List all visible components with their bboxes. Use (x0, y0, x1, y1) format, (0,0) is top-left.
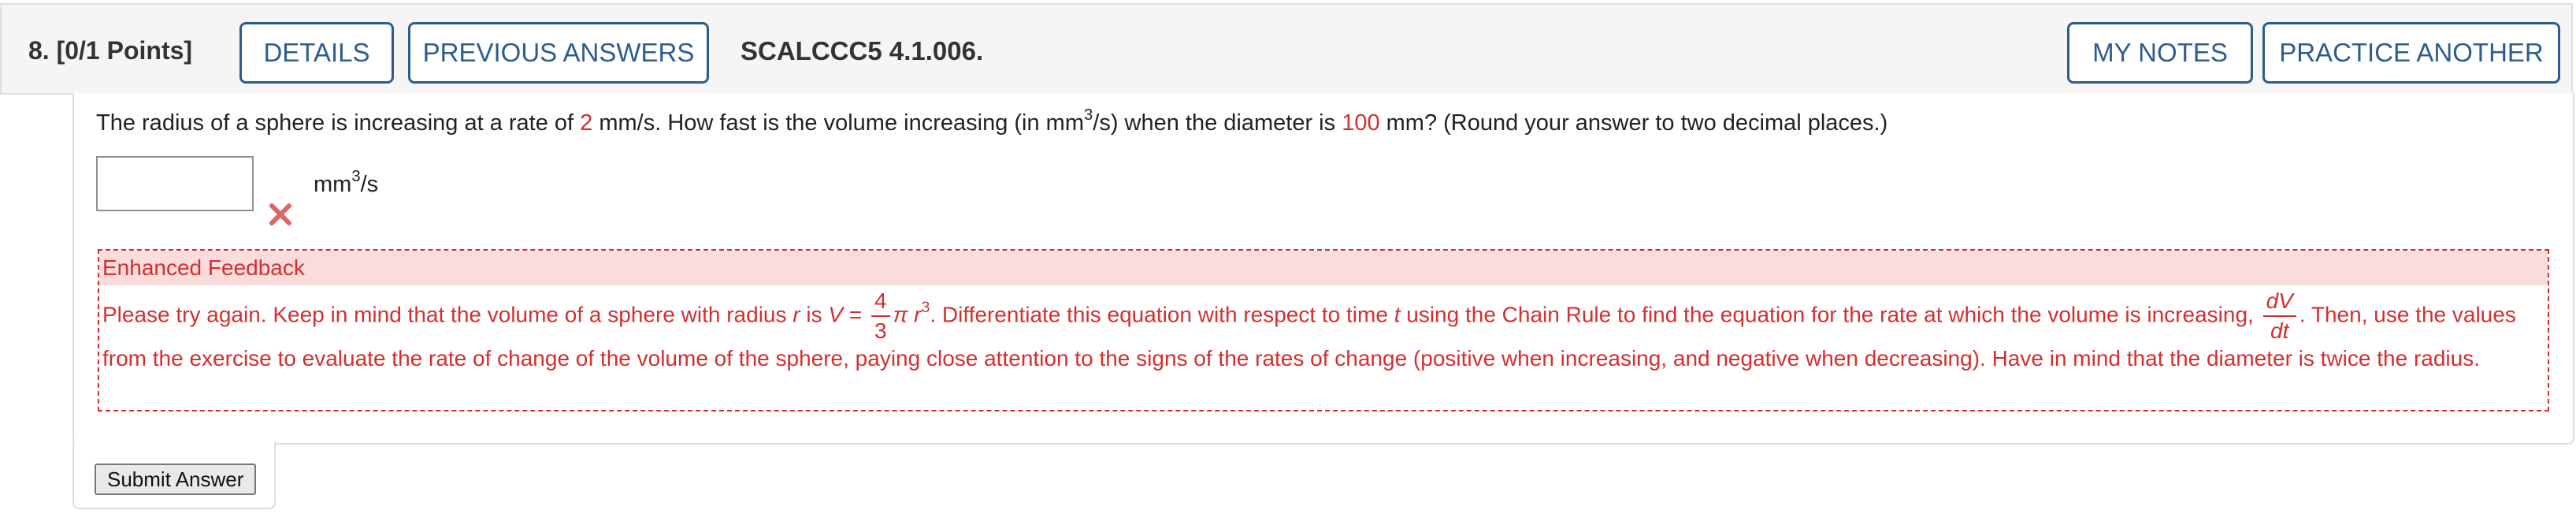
answer-input[interactable] (98, 158, 252, 210)
four-thirds-fraction: 43 (871, 290, 890, 342)
assignment-code: SCALCCC5 4.1.006. (741, 36, 984, 65)
enhanced-feedback-panel: Enhanced Feedback Please try again. Keep… (98, 249, 2549, 411)
diameter-value: 100 (1342, 110, 1380, 136)
previous-answers-button[interactable]: PREVIOUS ANSWERS (408, 22, 709, 84)
question-header: 8. [0/1 Points] DETAILS PREVIOUS ANSWERS… (0, 3, 2573, 95)
rate-value: 2 (580, 110, 593, 136)
question-number: 8. (28, 36, 50, 65)
dv-dt-fraction: dV dt (2262, 290, 2296, 342)
question-number-points: 8. [0/1 Points] (28, 36, 192, 65)
feedback-title: Enhanced Feedback (99, 251, 2548, 285)
my-notes-button[interactable]: MY NOTES (2067, 22, 2253, 84)
practice-another-button[interactable]: PRACTICE ANOTHER (2262, 22, 2560, 84)
details-button[interactable]: DETAILS (239, 22, 394, 84)
answer-unit: mm3/s (314, 168, 379, 197)
incorrect-x-icon (269, 203, 291, 225)
points-label: [0/1 Points] (56, 36, 193, 65)
answer-field-container[interactable] (96, 156, 254, 211)
submit-answer-button[interactable]: Submit Answer (95, 464, 257, 495)
question-text: The radius of a sphere is increasing at … (96, 106, 1888, 136)
feedback-body: Please try again. Keep in mind that the … (102, 289, 2516, 371)
